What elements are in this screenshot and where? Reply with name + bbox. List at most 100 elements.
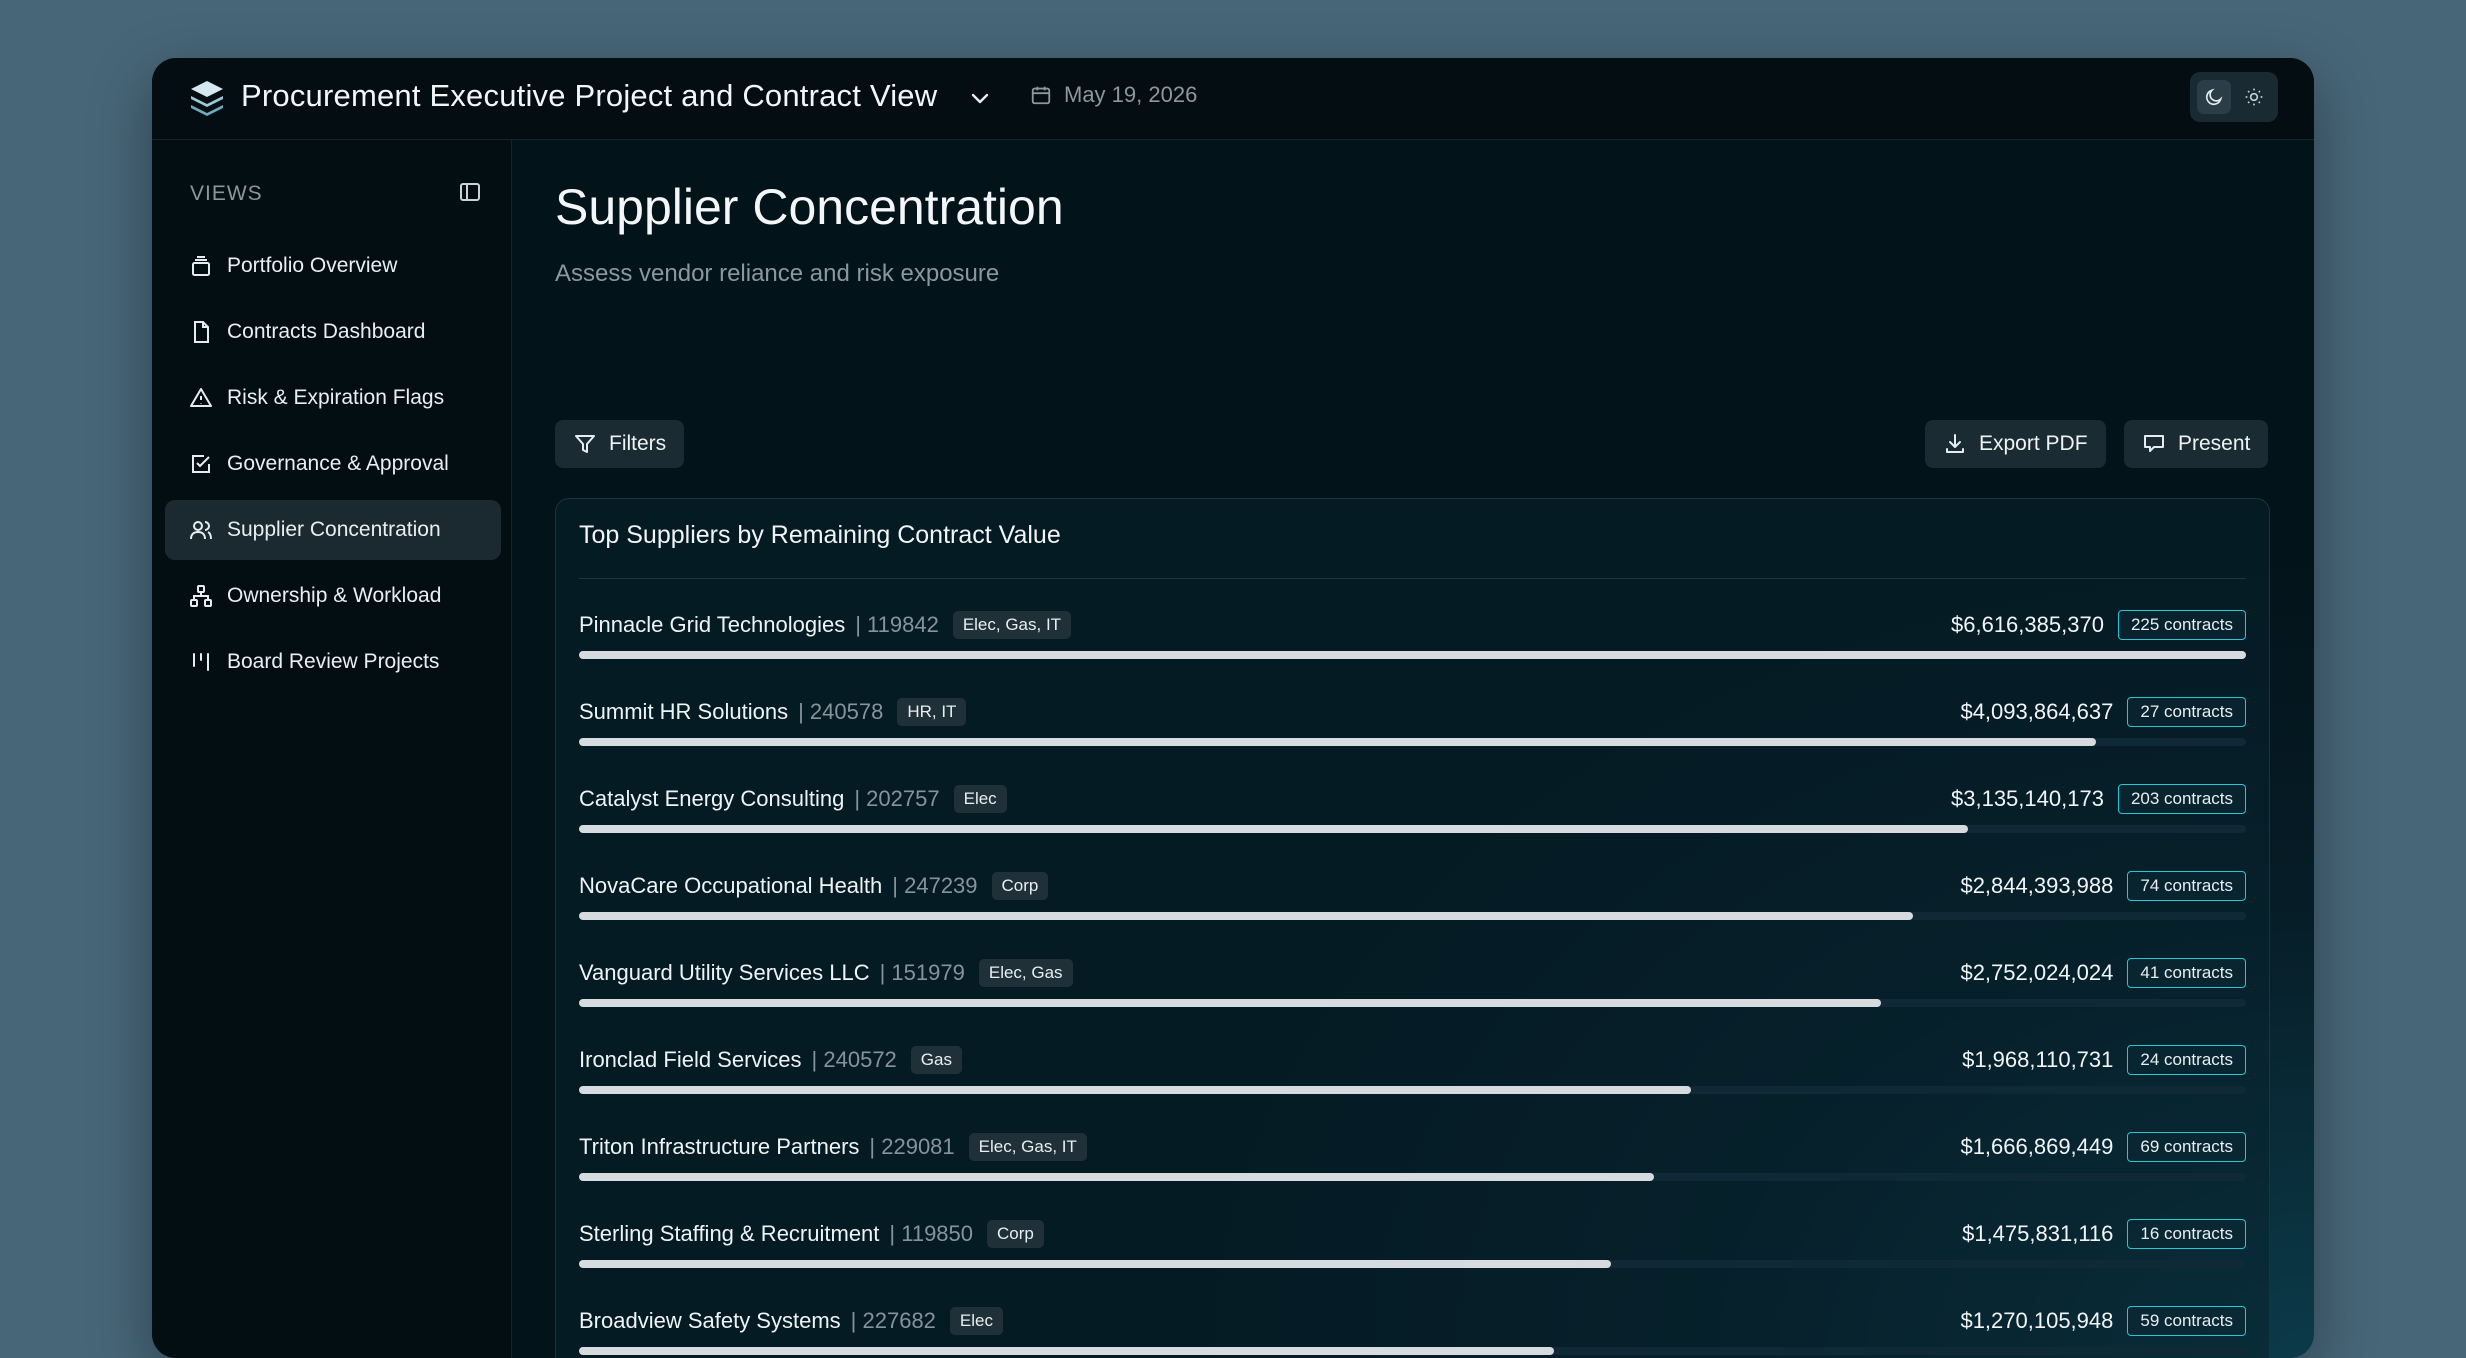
sidebar-item-board-review-projects[interactable]: Board Review Projects [165,632,501,692]
file-icon [194,321,209,343]
remaining-value: $3,135,140,173 [1951,786,2104,811]
calendar-icon [1031,86,1051,105]
supplier-info: NovaCare Occupational Health | 247239 Co… [579,868,1049,904]
export-pdf-button[interactable]: Export PDF [1925,420,2106,468]
sidebar: VIEWS Portfolio Overview Contracts Dashb… [152,140,512,1358]
sidebar-item-label: Ownership & Workload [227,584,442,607]
filters-button[interactable]: Filters [555,420,685,468]
present-button[interactable]: Present [2124,420,2269,468]
category-tag: Gas [910,1046,962,1074]
supplier-info: Vanguard Utility Services LLC | 151979 E… [579,955,1073,991]
page-subtitle: Assess vendor reliance and risk exposure [555,260,1000,287]
users-icon [190,521,212,540]
supplier-id: | 227682 [850,1308,936,1333]
dark-mode-button[interactable] [2197,80,2231,114]
app-window: Procurement Executive Project and Contra… [152,58,2314,1358]
supplier-info: Ironclad Field Services | 240572 Gas [579,1042,962,1078]
value-bar-track [579,825,2246,833]
supplier-value: $2,844,393,988 74 contracts [1960,868,2246,904]
warning-icon [190,388,212,407]
supplier-row[interactable]: Sterling Staffing & Recruitment | 119850… [579,1216,2246,1303]
top-suppliers-card: Top Suppliers by Remaining Contract Valu… [555,498,2270,1358]
category-tag: Elec, Gas, IT [952,611,1072,639]
supplier-row[interactable]: Triton Infrastructure Partners | 229081 … [579,1129,2246,1216]
supplier-id: | 202757 [854,786,940,811]
supplier-value: $1,475,831,116 16 contracts [1962,1216,2246,1252]
contracts-badge: 59 contracts [2127,1306,2246,1336]
kanban-icon [193,653,209,671]
supplier-value: $1,968,110,731 24 contracts [1962,1042,2246,1078]
light-mode-button[interactable] [2237,80,2271,114]
supplier-info: Pinnacle Grid Technologies | 119842 Elec… [579,607,1072,643]
value-bar-fill [579,999,1881,1007]
sidebar-item-contracts-dashboard[interactable]: Contracts Dashboard [165,302,501,362]
supplier-row[interactable]: Vanguard Utility Services LLC | 151979 E… [579,955,2246,1042]
value-bar-track [579,912,2246,920]
category-tag: HR, IT [897,698,967,726]
date-text: May 19, 2026 [1064,82,1198,107]
contracts-badge: 41 contracts [2127,958,2246,988]
supplier-name: NovaCare Occupational Health [579,873,883,898]
supplier-row[interactable]: Catalyst Energy Consulting | 202757 Elec… [579,781,2246,868]
supplier-info: Catalyst Energy Consulting | 202757 Elec [579,781,1007,817]
export-pdf-label: Export PDF [1979,432,2088,455]
value-bar-fill [579,738,2096,746]
supplier-value: $4,093,864,637 27 contracts [1960,694,2246,730]
filter-icon [575,435,595,453]
remaining-value: $1,475,831,116 [1962,1221,2114,1246]
supplier-value: $1,270,105,948 59 contracts [1960,1303,2246,1339]
date-display: May 19, 2026 [1030,82,1197,108]
sidebar-item-label: Contracts Dashboard [227,320,426,343]
main-content: Supplier Concentration Assess vendor rel… [512,140,2314,1358]
supplier-row[interactable]: Pinnacle Grid Technologies | 119842 Elec… [579,607,2246,694]
supplier-name: Pinnacle Grid Technologies [579,612,846,637]
page-title: Supplier Concentration [555,179,1064,235]
supplier-value: $3,135,140,173 203 contracts [1951,781,2246,817]
category-tag: Elec [953,785,1007,813]
sidebar-item-supplier-concentration[interactable]: Supplier Concentration [165,500,501,560]
supplier-info: Summit HR Solutions | 240578 HR, IT [579,694,967,730]
views-section-label: VIEWS [190,182,263,205]
theme-toggle[interactable] [2190,72,2278,122]
value-bar-fill [579,651,2246,659]
supplier-row[interactable]: Summit HR Solutions | 240578 HR, IT $4,0… [579,694,2246,781]
app-title[interactable]: Procurement Executive Project and Contra… [241,78,937,114]
sidebar-item-risk-expiration-flags[interactable]: Risk & Expiration Flags [165,368,501,428]
supplier-name: Catalyst Energy Consulting [579,786,845,811]
sidebar-collapse-icon[interactable] [458,180,482,204]
value-bar-track [579,1173,2246,1181]
supplier-value: $6,616,385,370 225 contracts [1951,607,2246,643]
supplier-info: Triton Infrastructure Partners | 229081 … [579,1129,1087,1165]
value-bar-fill [579,1173,1655,1181]
value-bar-track [579,999,2246,1007]
remaining-value: $2,752,024,024 [1960,960,2114,985]
value-bar-track [579,1347,2246,1355]
value-bar-fill [579,1086,1691,1094]
chevron-down-icon[interactable] [968,86,992,110]
layers-icon [192,256,210,276]
supplier-row[interactable]: Broadview Safety Systems | 227682 Elec $… [579,1303,2246,1358]
supplier-id: | 240578 [798,699,884,724]
sidebar-item-portfolio-overview[interactable]: Portfolio Overview [165,236,501,296]
filters-button-label: Filters [609,432,667,455]
sidebar-item-label: Supplier Concentration [227,518,441,541]
layers-logo-icon [191,81,223,116]
presentation-icon [2144,435,2164,452]
sidebar-nav: Portfolio Overview Contracts Dashboard R… [165,236,501,698]
contracts-badge: 16 contracts [2127,1219,2246,1249]
contracts-badge: 203 contracts [2117,784,2246,814]
download-icon [1946,434,1964,453]
supplier-row[interactable]: NovaCare Occupational Health | 247239 Co… [579,868,2246,955]
org-chart-icon [190,585,212,607]
sun-icon [2245,88,2263,106]
sidebar-item-governance-approval[interactable]: Governance & Approval [165,434,501,494]
category-tag: Elec, Gas, IT [968,1133,1087,1161]
sidebar-item-ownership-workload[interactable]: Ownership & Workload [165,566,501,626]
supplier-row[interactable]: Ironclad Field Services | 240572 Gas $1,… [579,1042,2246,1129]
contracts-badge: 69 contracts [2127,1132,2246,1162]
supplier-name: Sterling Staffing & Recruitment [579,1221,880,1246]
value-bar-track [579,1260,2246,1268]
value-bar-fill [579,912,1913,920]
value-bar-track [579,738,2246,746]
value-bar-fill [579,1347,1555,1355]
